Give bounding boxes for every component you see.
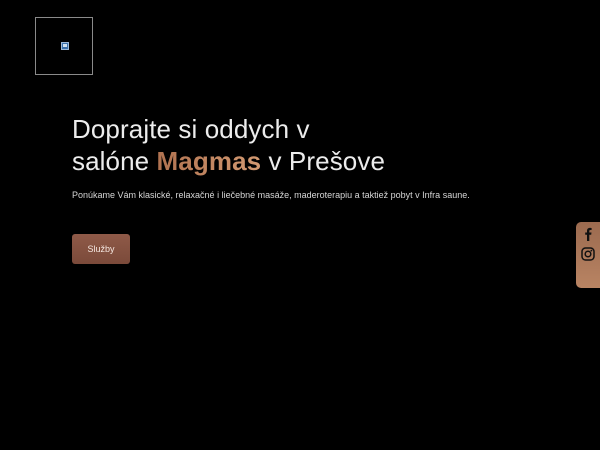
brand-name: Magmas bbox=[156, 146, 262, 176]
logo-link[interactable] bbox=[35, 17, 93, 75]
hero-section: Doprajte si oddych v salóne Magmas v Preš… bbox=[72, 113, 542, 202]
social-bar bbox=[576, 222, 600, 288]
hero-title-suffix: v Prešove bbox=[261, 146, 386, 176]
broken-image-icon bbox=[61, 42, 69, 50]
instagram-icon[interactable] bbox=[580, 246, 596, 262]
hero-title-prefix: salóne bbox=[72, 146, 157, 176]
facebook-icon[interactable] bbox=[580, 226, 596, 242]
services-button[interactable]: Služby bbox=[72, 234, 130, 264]
hero-title: Doprajte si oddych v salóne Magmas v Preš… bbox=[72, 113, 542, 177]
hero-subtitle: Ponúkame Vám klasické, relaxačné i lieče… bbox=[72, 190, 470, 200]
hero-title-line1: Doprajte si oddych v bbox=[72, 114, 310, 144]
